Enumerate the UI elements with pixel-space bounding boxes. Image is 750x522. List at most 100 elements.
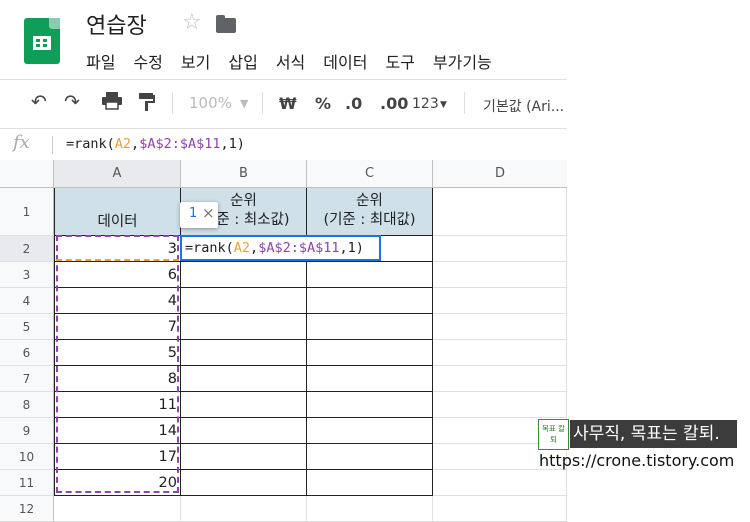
tooltip-count: 1: [189, 206, 198, 221]
cell-c1[interactable]: 순위 (기준 : 최대값): [307, 188, 433, 236]
column-header-a[interactable]: A: [54, 160, 181, 188]
cell-editor-b2[interactable]: =rank(A2,$A$2:$A$11,1): [180, 235, 381, 261]
formula-comma: ,: [339, 240, 348, 256]
redo-icon[interactable]: ↷: [64, 91, 80, 113]
cell-b7[interactable]: [181, 366, 307, 392]
row-header[interactable]: 10: [0, 444, 54, 470]
cell-b4[interactable]: [181, 288, 307, 314]
cell-d4[interactable]: [433, 288, 567, 314]
cell-c12[interactable]: [307, 496, 433, 522]
menu-addons[interactable]: 부가기능: [433, 49, 492, 73]
formula-help-tooltip[interactable]: 1 ×: [180, 202, 218, 228]
increase-decimal-button[interactable]: .00: [380, 94, 408, 113]
cell-b3[interactable]: [181, 262, 307, 288]
cell-d2[interactable]: [433, 236, 567, 262]
row-header[interactable]: 5: [0, 314, 54, 340]
cell-b11[interactable]: [181, 470, 307, 496]
decrease-decimal-button[interactable]: .0: [345, 94, 362, 113]
cell-b9[interactable]: [181, 418, 307, 444]
row-header[interactable]: 9: [0, 418, 54, 444]
formula-arg-order: 1: [228, 136, 237, 152]
cell-b12[interactable]: [181, 496, 307, 522]
cell-c10[interactable]: [307, 444, 433, 470]
row-header[interactable]: 2: [0, 236, 54, 262]
watermark-url: https://crone.tistory.com: [539, 451, 735, 470]
cell-c9[interactable]: [307, 418, 433, 444]
row-header[interactable]: 7: [0, 366, 54, 392]
cell-b6[interactable]: [181, 340, 307, 366]
column-header-b[interactable]: B: [181, 160, 307, 188]
print-icon[interactable]: [102, 92, 122, 114]
column-header-d[interactable]: D: [433, 160, 567, 188]
undo-icon[interactable]: ↶: [31, 91, 47, 113]
select-all-corner[interactable]: [0, 160, 54, 188]
header-label-data: 데이터: [97, 214, 138, 230]
formula-prefix: =rank(: [185, 240, 234, 256]
document-title[interactable]: 연습장: [86, 8, 147, 40]
cell-c6[interactable]: [307, 340, 433, 366]
formula-arg-cell: A2: [233, 240, 251, 256]
currency-format-button[interactable]: ₩: [279, 94, 297, 113]
zoom-select[interactable]: 100%: [189, 94, 232, 112]
cell-a12[interactable]: [54, 496, 181, 522]
cell-c5[interactable]: [307, 314, 433, 340]
cell-d8[interactable]: [433, 392, 567, 418]
row-header[interactable]: 6: [0, 340, 54, 366]
paint-format-icon[interactable]: [138, 92, 156, 116]
menu-view[interactable]: 보기: [181, 49, 210, 73]
cell-d7[interactable]: [433, 366, 567, 392]
cell-c8[interactable]: [307, 392, 433, 418]
row-header[interactable]: 4: [0, 288, 54, 314]
menu-insert[interactable]: 삽입: [228, 49, 257, 73]
row-header[interactable]: 11: [0, 470, 54, 496]
sheets-logo-icon[interactable]: [24, 18, 60, 64]
cell-c3[interactable]: [307, 262, 433, 288]
formula-arg-range: $A$2:$A$11: [258, 240, 340, 256]
cell-a1[interactable]: 데이터: [54, 188, 181, 236]
menu-data[interactable]: 데이터: [323, 49, 367, 73]
cell-b8[interactable]: [181, 392, 307, 418]
fx-icon: fx: [13, 132, 30, 153]
chevron-down-icon[interactable]: ▼: [440, 100, 447, 110]
toolbar: ↶ ↷ 100% ▼ ₩ % .0 .00 123 ▼ 기본값 (Ari...: [0, 80, 567, 128]
divider: [464, 92, 465, 114]
divider: [262, 92, 263, 114]
cell-c7[interactable]: [307, 366, 433, 392]
cell-d6[interactable]: [433, 340, 567, 366]
menu-format[interactable]: 서식: [276, 49, 305, 73]
cell-b5[interactable]: [181, 314, 307, 340]
percent-format-button[interactable]: %: [315, 94, 331, 113]
folder-icon[interactable]: [216, 15, 236, 33]
cell-c4[interactable]: [307, 288, 433, 314]
font-select[interactable]: 기본값 (Ari...: [483, 96, 564, 116]
cell-d3[interactable]: [433, 262, 567, 288]
formula-prefix: =rank(: [66, 136, 115, 152]
header-label-rank: 순위: [356, 193, 383, 209]
row-header[interactable]: 3: [0, 262, 54, 288]
cell-d5[interactable]: [433, 314, 567, 340]
cell-c11[interactable]: [307, 470, 433, 496]
cell-d12[interactable]: [433, 496, 567, 522]
watermark-caption: 사무직, 목표는 칼퇴.: [570, 420, 737, 448]
formula-bar: fx =rank(A2,$A$2:$A$11,1): [0, 128, 567, 161]
cell-reference-highlight: [56, 235, 179, 261]
range-reference-highlight: [56, 235, 179, 493]
close-icon[interactable]: ×: [202, 204, 215, 222]
formula-comma: ,: [131, 136, 140, 152]
cell-d1[interactable]: [433, 188, 567, 236]
menu-tools[interactable]: 도구: [385, 49, 414, 73]
formula-arg-order: 1: [347, 240, 356, 256]
cell-d11[interactable]: [433, 470, 567, 496]
cell-b10[interactable]: [181, 444, 307, 470]
row-header[interactable]: 12: [0, 496, 54, 522]
formula-input[interactable]: =rank(A2,$A$2:$A$11,1): [66, 136, 245, 152]
formula-arg-cell: A2: [114, 136, 132, 152]
star-icon[interactable]: ☆: [182, 10, 202, 35]
row-header[interactable]: 8: [0, 392, 54, 418]
menu-file[interactable]: 파일: [86, 49, 115, 73]
column-header-c[interactable]: C: [307, 160, 433, 188]
row-header[interactable]: 1: [0, 188, 54, 236]
more-formats-button[interactable]: 123: [412, 96, 439, 112]
menu-edit[interactable]: 수정: [133, 49, 162, 73]
zoom-chevron-down-icon[interactable]: ▼: [240, 97, 248, 110]
